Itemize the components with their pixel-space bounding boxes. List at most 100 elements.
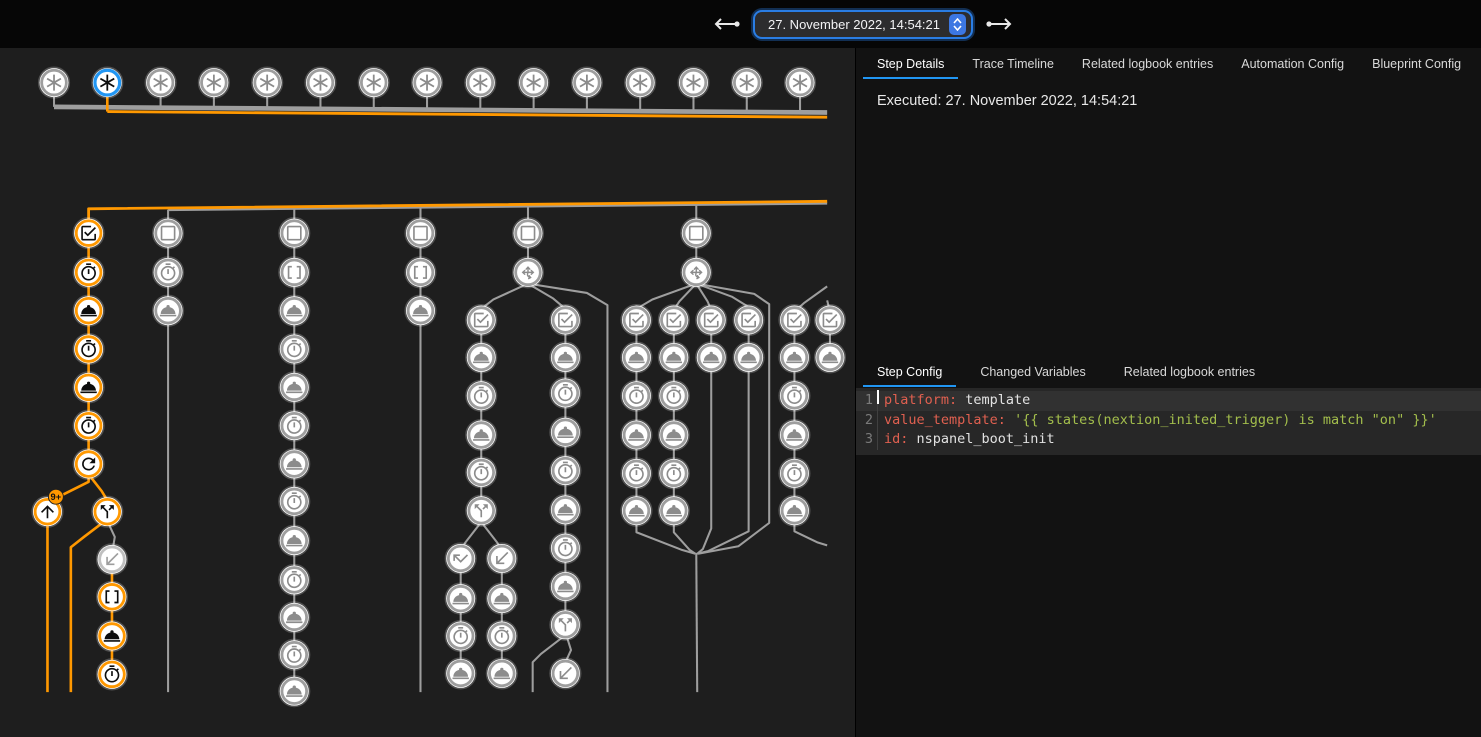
code-line-2[interactable]: 2value_template: '{{ states(nextion_init… (856, 411, 1481, 431)
trace-node-call-received[interactable] (97, 544, 127, 574)
trace-node-timer[interactable] (153, 257, 183, 287)
trace-node-bell[interactable] (279, 676, 309, 706)
trace-node-bell[interactable] (466, 342, 496, 372)
trace-node-timer[interactable] (550, 533, 580, 563)
trace-node-asterisk[interactable] (359, 67, 389, 97)
trace-node-asterisk[interactable] (465, 67, 495, 97)
trace-node-checkbox[interactable] (733, 305, 763, 335)
trace-node-brackets[interactable] (97, 582, 127, 612)
trace-node-asterisk[interactable] (252, 67, 282, 97)
trace-node-timer[interactable] (279, 565, 309, 595)
trace-node-bell[interactable] (779, 342, 809, 372)
trace-node-asterisk[interactable] (92, 67, 122, 97)
trace-node-bell[interactable] (659, 420, 689, 450)
trace-node-checkbox[interactable] (696, 305, 726, 335)
trace-node-timer[interactable] (73, 257, 103, 287)
trace-node-call-received[interactable] (487, 543, 517, 573)
trace-node-bell[interactable] (779, 420, 809, 450)
up-down-stepper-icon[interactable] (949, 14, 966, 35)
trace-node-asterisk[interactable] (518, 67, 548, 97)
trace-node-checkbox[interactable] (779, 305, 809, 335)
tab-blueprint-config[interactable]: Blueprint Config (1358, 48, 1475, 79)
trace-node-bell[interactable] (779, 496, 809, 526)
trace-node-bell[interactable] (153, 296, 183, 326)
previous-trace-icon[interactable] (712, 17, 742, 31)
tab-trace-timeline[interactable]: Trace Timeline (958, 48, 1068, 79)
step-config-code-editor[interactable]: 1platform: template2value_template: '{{ … (856, 388, 1481, 455)
trace-node-checkbox-blank[interactable] (405, 218, 435, 248)
trace-node-asterisk[interactable] (785, 67, 815, 97)
trace-node-bell[interactable] (659, 342, 689, 372)
trace-node-timer[interactable] (446, 621, 476, 651)
next-trace-icon[interactable] (984, 17, 1014, 31)
tab-related-logbook-entries[interactable]: Related logbook entries (1068, 48, 1227, 79)
trace-node-checkbox-blank[interactable] (153, 218, 183, 248)
trace-node-bell[interactable] (621, 342, 651, 372)
tab-automation-config[interactable]: Automation Config (1227, 48, 1358, 79)
trace-node-timer[interactable] (659, 381, 689, 411)
trace-node-brackets[interactable] (405, 257, 435, 287)
trace-node-bell[interactable] (279, 602, 309, 632)
tab-step-details[interactable]: Step Details (863, 48, 958, 79)
trace-node-asterisk[interactable] (732, 67, 762, 97)
trace-node-refresh[interactable] (73, 449, 103, 479)
trace-node-bell[interactable] (550, 571, 580, 601)
trace-node-asterisk[interactable] (625, 67, 655, 97)
trace-node-timer[interactable] (279, 334, 309, 364)
trace-node-timer[interactable] (73, 411, 103, 441)
trace-node-call-split[interactable] (550, 610, 580, 640)
trace-node-bell[interactable] (97, 621, 127, 651)
trace-node-checkbox-blank[interactable] (513, 218, 543, 248)
trace-node-asterisk[interactable] (39, 67, 69, 97)
trace-node-timer[interactable] (621, 381, 651, 411)
trace-node-timer[interactable] (466, 457, 496, 487)
tab-related-logbook-entries[interactable]: Related logbook entries (1110, 356, 1269, 387)
trace-node-bell[interactable] (550, 417, 580, 447)
trace-node-bell[interactable] (446, 658, 476, 688)
trace-node-bell[interactable] (487, 583, 517, 613)
trace-node-bell[interactable] (405, 296, 435, 326)
trace-node-checkbox-blank[interactable] (279, 218, 309, 248)
trace-node-bell[interactable] (466, 420, 496, 450)
code-line-3[interactable]: 3id: nspanel_boot_init (856, 430, 1481, 450)
trace-node-asterisk[interactable] (199, 67, 229, 97)
trace-node-bell[interactable] (550, 342, 580, 372)
trace-node-timer[interactable] (279, 411, 309, 441)
trace-node-timer[interactable] (659, 458, 689, 488)
code-line-1[interactable]: 1platform: template (856, 391, 1481, 411)
trace-node-checkbox[interactable] (621, 305, 651, 335)
trace-node-bell[interactable] (550, 495, 580, 525)
trace-node-bell[interactable] (815, 342, 845, 372)
trace-datetime-select[interactable]: 27. November 2022, 14:54:21 (755, 12, 971, 37)
trace-node-timer[interactable] (487, 621, 517, 651)
trace-node-checkbox[interactable] (73, 218, 103, 248)
trace-node-timer[interactable] (779, 458, 809, 488)
trace-node-brackets[interactable] (279, 257, 309, 287)
tab-changed-variables[interactable]: Changed Variables (966, 356, 1099, 387)
trace-node-bell[interactable] (73, 296, 103, 326)
trace-node-call-received[interactable] (550, 658, 580, 688)
trace-node-bell[interactable] (73, 372, 103, 402)
trace-node-asterisk[interactable] (678, 67, 708, 97)
trace-node-checkbox-blank[interactable] (681, 218, 711, 248)
trace-node-bell[interactable] (279, 372, 309, 402)
trace-node-bell[interactable] (446, 583, 476, 613)
trace-node-timer[interactable] (550, 378, 580, 408)
trace-node-bell[interactable] (733, 342, 763, 372)
trace-node-timer[interactable] (73, 334, 103, 364)
trace-node-bell[interactable] (279, 526, 309, 556)
trace-node-timer[interactable] (279, 640, 309, 670)
trace-node-asterisk[interactable] (412, 67, 442, 97)
trace-node-asterisk[interactable] (145, 67, 175, 97)
trace-node-timer[interactable] (779, 381, 809, 411)
tab-step-config[interactable]: Step Config (863, 356, 956, 387)
trace-node-call-missed[interactable] (446, 543, 476, 573)
trace-node-decision[interactable] (681, 257, 711, 287)
trace-node-call-split[interactable] (466, 496, 496, 526)
trace-node-asterisk[interactable] (305, 67, 335, 97)
trace-node-bell[interactable] (487, 658, 517, 688)
trace-node-checkbox[interactable] (550, 305, 580, 335)
trace-node-call-split[interactable] (92, 497, 122, 527)
trace-node-bell[interactable] (696, 342, 726, 372)
trace-node-checkbox[interactable] (659, 305, 689, 335)
